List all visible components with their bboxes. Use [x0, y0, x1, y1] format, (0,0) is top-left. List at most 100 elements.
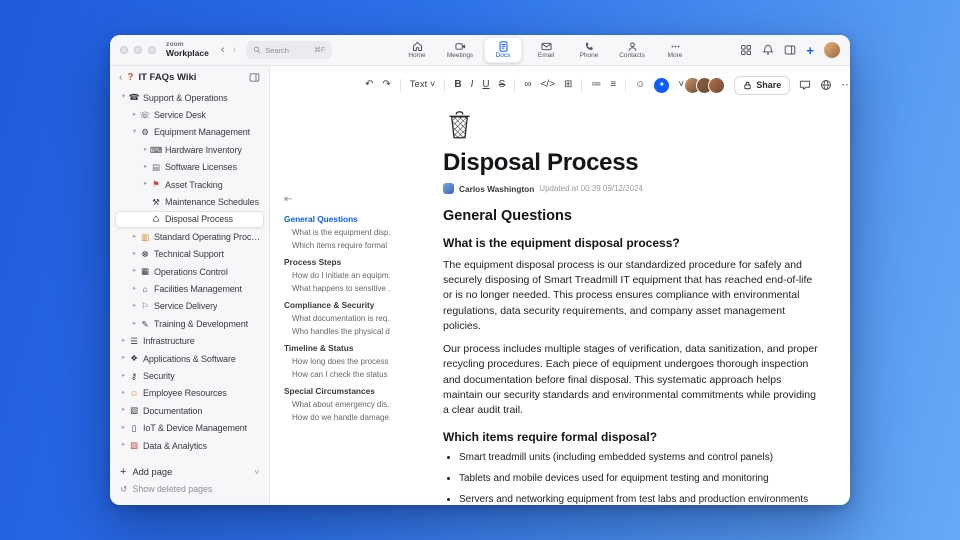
chevron-icon[interactable]: ▸ [141, 181, 150, 188]
sidebar-item-documentation[interactable]: ▸ ▧ Documentation [115, 402, 264, 419]
chevron-icon[interactable]: ▸ [130, 303, 139, 310]
outline-section-timeline-status[interactable]: Timeline & Status [284, 343, 390, 353]
outline-item[interactable]: What happens to sensitive ... [284, 284, 390, 293]
sidebar-item-data-analytics[interactable]: ▸ ▨ Data & Analytics [115, 437, 264, 454]
italic-button[interactable]: I [471, 80, 474, 90]
chevron-icon[interactable]: ▸ [119, 337, 128, 345]
align-button[interactable]: ≡ [610, 80, 616, 90]
sidebar-item-disposal-process[interactable]: ♺ Disposal Process [115, 210, 264, 229]
outline-section-general-questions[interactable]: General Questions [284, 214, 390, 224]
chevron-icon[interactable]: ▾ [130, 129, 139, 136]
tab-meetings[interactable]: Meetings [441, 37, 479, 63]
outline-section-compliance-security[interactable]: Compliance & Security [284, 300, 390, 310]
sidebar-item-security[interactable]: ▸ ⚷ Security [115, 367, 264, 384]
sidebar-item-standard-operating-procedures[interactable]: ▸▥ Standard Operating Procedures [115, 228, 264, 245]
sidebar-item-employee-resources[interactable]: ▸ ☺ Employee Resources [115, 385, 264, 402]
bell-icon[interactable] [762, 44, 774, 56]
sidebar-item-hardware-inventory[interactable]: ▸ ⌨ Hardware Inventory [115, 141, 264, 158]
chevron-icon[interactable]: ▸ [141, 146, 150, 154]
history-back-button[interactable]: ‹ [221, 44, 225, 56]
global-search[interactable]: ⌘F [246, 41, 333, 59]
sidebar-item-facilities-management[interactable]: ▸ ⌂ Facilities Management [115, 280, 264, 297]
outline-item[interactable]: Which items require formal ... [284, 241, 390, 250]
sidebar-item-asset-tracking[interactable]: ▸ ⚑ Asset Tracking [115, 176, 264, 193]
outline-section-special-circumstances[interactable]: Special Circumstances [284, 386, 390, 396]
globe-icon[interactable] [820, 79, 832, 91]
tab-email[interactable]: Email [527, 37, 565, 63]
chevron-icon[interactable]: ▸ [141, 163, 150, 171]
sidebar-item-service-delivery[interactable]: ▸ ⚐ Service Delivery [115, 298, 264, 315]
zoom-ai-companion-button[interactable]: ✦ [654, 77, 670, 93]
chevron-icon[interactable]: ▸ [119, 355, 128, 362]
profile-avatar[interactable] [824, 42, 840, 58]
outline-item[interactable]: What about emergency dis... [284, 400, 390, 409]
chevron-icon[interactable]: ▸ [119, 390, 128, 397]
sidebar-item-technical-support[interactable]: ▸ ☸ Technical Support [115, 246, 264, 263]
share-button[interactable]: Share [734, 75, 791, 95]
underline-button[interactable]: U [482, 80, 489, 90]
sidebar-item-service-desk[interactable]: ▸ ☏ Service Desk [115, 106, 264, 123]
panel-toggle-icon[interactable] [784, 44, 796, 56]
chevron-icon[interactable]: ▸ [130, 250, 139, 258]
outline-item[interactable]: What documentation is req... [284, 314, 390, 323]
sidebar-item-maintenance-schedules[interactable]: ⚒ Maintenance Schedules [115, 193, 264, 210]
collapse-outline-icon[interactable]: ⇤ [284, 194, 390, 205]
code-button[interactable]: </> [540, 80, 554, 90]
undo-button[interactable]: ↶ [365, 80, 373, 90]
zoom-window-button[interactable] [148, 46, 156, 54]
chevron-icon[interactable]: ▸ [130, 320, 139, 328]
text-style-select[interactable]: Text ˅ [410, 80, 436, 90]
link-button[interactable]: ∞ [524, 80, 531, 90]
wiki-back-button[interactable]: ‹ [119, 72, 122, 83]
collapse-sidebar-icon[interactable] [249, 72, 260, 83]
sidebar-item-training-development[interactable]: ▸ ✎ Training & Development [115, 315, 264, 332]
sidebar-item-operations-control[interactable]: ▸ ▦ Operations Control [115, 263, 264, 280]
sidebar-item-support-operations[interactable]: ▾ ☎ Support & Operations [115, 89, 264, 106]
outline-item[interactable]: How long does the process ... [284, 357, 390, 366]
apps-grid-icon[interactable] [740, 44, 752, 56]
sidebar-item-iot-device-management[interactable]: ▸ ▯ IoT & Device Management [115, 419, 264, 436]
chevron-icon[interactable]: ▸ [130, 285, 139, 293]
comment-icon[interactable] [799, 79, 811, 91]
show-deleted-pages-button[interactable]: ↺ Show deleted pages [120, 481, 259, 497]
outline-item[interactable]: How do I initiate an equipm... [284, 271, 390, 280]
new-item-icon[interactable]: + [806, 44, 814, 57]
outline-item[interactable]: What is the equipment disp... [284, 228, 390, 237]
outline-item[interactable]: How can I check the status ... [284, 370, 390, 379]
bold-button[interactable]: B [454, 80, 461, 90]
minimize-window-button[interactable] [134, 46, 142, 54]
tab-more[interactable]: More [656, 37, 694, 63]
emoji-button[interactable]: ☺ [635, 80, 645, 90]
table-button[interactable]: ⊞ [564, 80, 572, 90]
strikethrough-button[interactable]: S [499, 80, 506, 90]
chevron-icon[interactable]: ▾ [119, 94, 128, 101]
tab-phone[interactable]: Phone [570, 37, 608, 63]
sidebar-item-software-licenses[interactable]: ▸ ▤ Software Licenses [115, 159, 264, 176]
chevron-down-icon[interactable]: ˅ [254, 468, 259, 477]
close-window-button[interactable] [120, 46, 128, 54]
chevron-icon[interactable]: ▸ [119, 442, 128, 449]
history-forward-button[interactable]: › [233, 44, 237, 56]
outline-section-process-steps[interactable]: Process Steps [284, 257, 390, 267]
tab-home[interactable]: Home [398, 37, 436, 63]
more-icon[interactable]: ⋯ [841, 79, 850, 91]
tab-docs[interactable]: Docs [484, 37, 522, 63]
chevron-icon[interactable]: ▸ [119, 424, 128, 432]
chevron-icon[interactable]: ▸ [130, 268, 139, 275]
sidebar-item-equipment-management[interactable]: ▾ ⚙ Equipment Management [115, 124, 264, 141]
disposal-process-icon: ♺ [152, 214, 160, 225]
collaborator-avatar-3[interactable] [708, 76, 726, 94]
chevron-icon[interactable]: ▸ [119, 407, 128, 414]
search-input[interactable] [265, 45, 308, 55]
tab-contacts[interactable]: Contacts [613, 37, 651, 63]
outline-item[interactable]: How do we handle damage... [284, 413, 390, 422]
sidebar-item-applications-software[interactable]: ▸ ❖ Applications & Software [115, 350, 264, 367]
list-button[interactable]: ≔ [591, 80, 601, 90]
chevron-icon[interactable]: ▸ [130, 233, 139, 241]
redo-button[interactable]: ↷ [382, 80, 390, 90]
chevron-icon[interactable]: ▸ [119, 372, 128, 380]
sidebar-item-infrastructure[interactable]: ▸ ☰ Infrastructure [115, 332, 264, 349]
outline-item[interactable]: Who handles the physical di... [284, 327, 390, 336]
add-page-button[interactable]: + Add page ˅ [120, 463, 259, 481]
chevron-icon[interactable]: ▸ [130, 111, 139, 119]
